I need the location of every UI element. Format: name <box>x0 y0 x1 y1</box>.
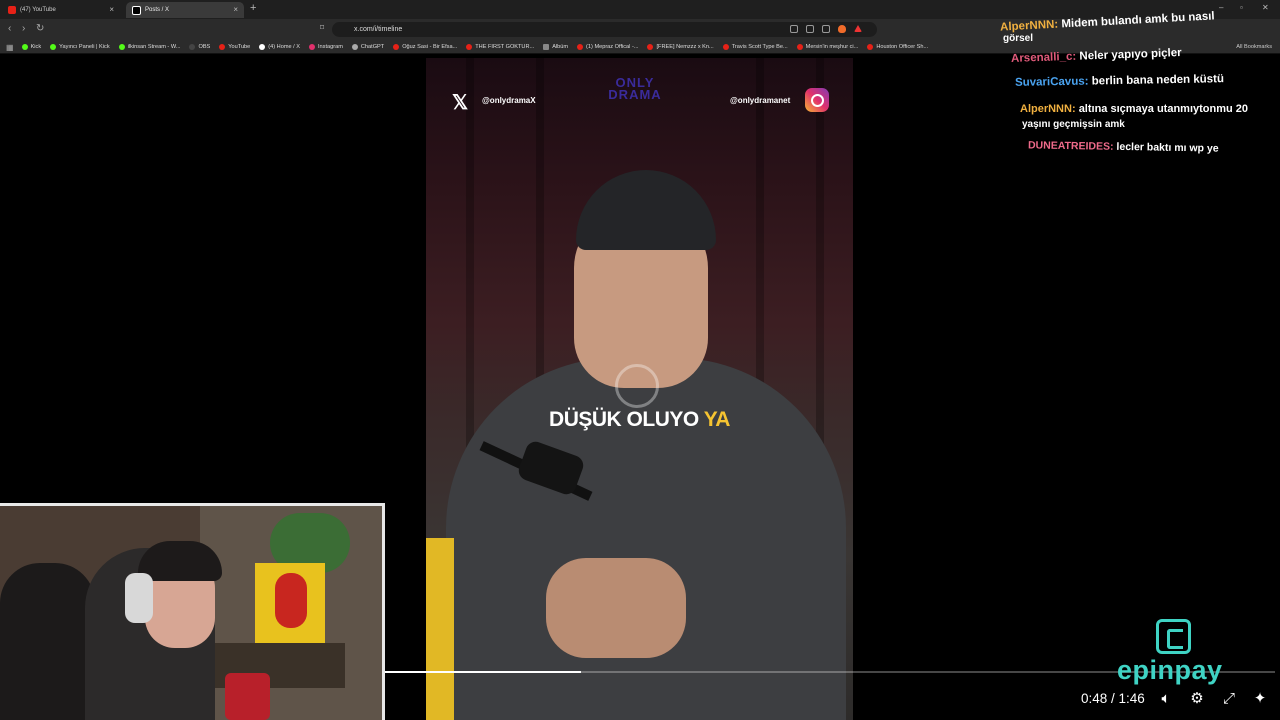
instagram-icon <box>805 88 829 112</box>
bookmark-icon <box>466 44 473 50</box>
bookmark-item[interactable]: Albüm <box>543 44 568 50</box>
bookmark-item[interactable]: ilkinsan Stream - W... <box>118 44 180 50</box>
video-player[interactable]: 𝕏 @onlydramaX ONLY DRAMA @onlydramanet D… <box>426 58 853 720</box>
chat-text: berlin bana neden küstü <box>1091 73 1225 88</box>
chat-text: Midem bulandı amk bu nasıl <box>1061 10 1215 31</box>
chat-text: görsel <box>1003 33 1034 44</box>
bookmark-icon <box>219 44 226 50</box>
webcam-frame <box>0 503 385 720</box>
brand-logo: ONLY DRAMA <box>608 75 662 102</box>
chat-message: AlperNNN: Midem bulandı amk bu nasıl <box>1000 10 1215 33</box>
bookmark-icon <box>577 44 584 50</box>
chat-overlay: AlperNNN: Midem bulandı amk bu nasıl gör… <box>995 0 1280 170</box>
brave-shield-icon[interactable] <box>838 25 846 33</box>
bookmark-icon <box>189 44 196 50</box>
fullscreen-icon[interactable]: ⤢ <box>1220 690 1238 708</box>
bookmark-item[interactable]: OBS <box>189 44 210 50</box>
tab-label: (47) YouTube <box>20 7 56 13</box>
forward-icon[interactable]: › <box>22 23 25 34</box>
chat-message: DUNEATREIDES: lecler baktı mı wp ye <box>1028 139 1219 154</box>
bookmark-item[interactable]: ChatGPT <box>351 44 384 50</box>
bookmark-item[interactable]: Instagram <box>309 44 343 50</box>
chat-user: SuvariCavus: <box>1014 75 1089 89</box>
bookmark-icon <box>867 44 874 50</box>
omnibox-icons <box>790 25 862 33</box>
chat-user: AlperNNN: <box>1020 103 1076 115</box>
new-tab-button[interactable]: + <box>250 2 256 14</box>
bookmark-icon <box>796 44 803 50</box>
loading-spinner-icon <box>615 364 659 408</box>
pin-icon[interactable]: ✦ <box>1251 690 1269 708</box>
bookmark-item[interactable]: Kick <box>21 44 41 50</box>
subtitle: DÜŞÜK OLUYO YA <box>426 408 853 432</box>
bookmark-item[interactable]: Mersin'in meşhur ci... <box>796 44 858 50</box>
chat-text: lecler baktı mı wp ye <box>1116 140 1219 155</box>
bookmark-icon <box>647 44 654 50</box>
chat-user: AlperNNN: <box>999 18 1059 34</box>
sponsor-text: epinpay <box>1117 655 1223 685</box>
chat-text: altına sıçmaya utanmıytonmu 20 <box>1078 103 1249 115</box>
brave-rewards-icon[interactable] <box>854 25 862 32</box>
settings-icon[interactable]: ⚙ <box>1188 690 1206 708</box>
chat-text: Neler yapıyo piçler <box>1079 47 1182 63</box>
zoom-icon[interactable] <box>790 25 798 33</box>
share-icon[interactable] <box>822 25 830 33</box>
cap <box>576 170 716 250</box>
tab-posts-x[interactable]: Posts / X × <box>126 2 244 18</box>
screen-icon[interactable] <box>806 25 814 33</box>
chat-message: SuvariCavus: berlin bana neden küstü <box>1015 73 1224 89</box>
bookmark-icon <box>21 44 28 50</box>
x-icon <box>132 5 141 15</box>
subtitle-highlight: YA <box>703 408 731 431</box>
x-handle: @onlydramaX <box>482 96 536 105</box>
bookmark-item[interactable]: Yayıncı Paneli | Kick <box>50 44 110 50</box>
bookmark-item[interactable]: (4) Home / X <box>259 44 300 50</box>
chat-message: AlperNNN: altına sıçmaya utanmıytonmu 20 <box>1020 103 1248 115</box>
bookmark-item[interactable]: THE FIRST GOKTUR... <box>466 44 534 50</box>
reload-icon[interactable]: ↻ <box>36 23 44 34</box>
instagram-handle: @onlydramanet <box>730 96 791 105</box>
hands <box>546 558 686 658</box>
bookmark-icon <box>50 44 57 50</box>
bookmark-item[interactable]: YouTube <box>219 44 250 50</box>
bookmark-icon <box>393 44 400 50</box>
volume-icon[interactable]: 🔈︎ <box>1157 690 1175 708</box>
close-icon[interactable]: × <box>109 5 114 14</box>
bookmark-icon <box>309 44 315 50</box>
tab-label: Posts / X <box>145 7 170 13</box>
time-display: 0:48 / 1:46 <box>1081 691 1145 706</box>
back-icon[interactable]: ‹ <box>8 23 11 34</box>
chat-message: Arsenalli_c: Neler yapıyo piçler <box>1011 47 1182 65</box>
epinpay-logo-icon <box>1156 619 1191 654</box>
bookmark-item[interactable]: Houston Officer Sh... <box>867 44 928 50</box>
bookmark-icon <box>722 44 729 50</box>
bookmark-icon <box>118 44 125 50</box>
progress-fill <box>385 671 581 673</box>
chat-message: yaşını geçmişsin amk <box>1022 119 1125 130</box>
chat-text: yaşını geçmişsin amk <box>1022 119 1125 130</box>
bookmark-item[interactable]: Oğuz Sasi - Bir Efsa... <box>393 44 457 50</box>
youtube-icon <box>8 6 16 14</box>
bookmark-icon <box>351 44 358 50</box>
chat-user: DUNEATREIDES: <box>1027 139 1114 153</box>
bookmark-item[interactable]: [FREE] Nemzzz x Kn... <box>647 44 714 50</box>
subtitle-text: DÜŞÜK OLUYO <box>549 408 699 431</box>
chat-user: Arsenalli_c: <box>1010 50 1077 65</box>
bookmark-item[interactable]: Travis Scott Type Be... <box>722 44 788 50</box>
webcam-overlay <box>0 503 385 720</box>
bookmark-icon <box>259 44 266 50</box>
tab-youtube[interactable]: (47) YouTube × <box>2 2 120 18</box>
x-logo-icon: 𝕏 <box>452 92 469 114</box>
bookmark-icon[interactable]: ⌑ <box>320 23 324 32</box>
apps-icon[interactable]: ▦ <box>6 43 14 52</box>
folder-icon <box>543 44 550 50</box>
close-icon[interactable]: × <box>233 5 238 14</box>
chair <box>426 538 454 720</box>
bookmark-item[interactable]: (1) Mepraz Offical -... <box>577 44 638 50</box>
chat-message: görsel <box>1003 33 1033 44</box>
address-text: x.com/i/timeline <box>354 26 403 33</box>
